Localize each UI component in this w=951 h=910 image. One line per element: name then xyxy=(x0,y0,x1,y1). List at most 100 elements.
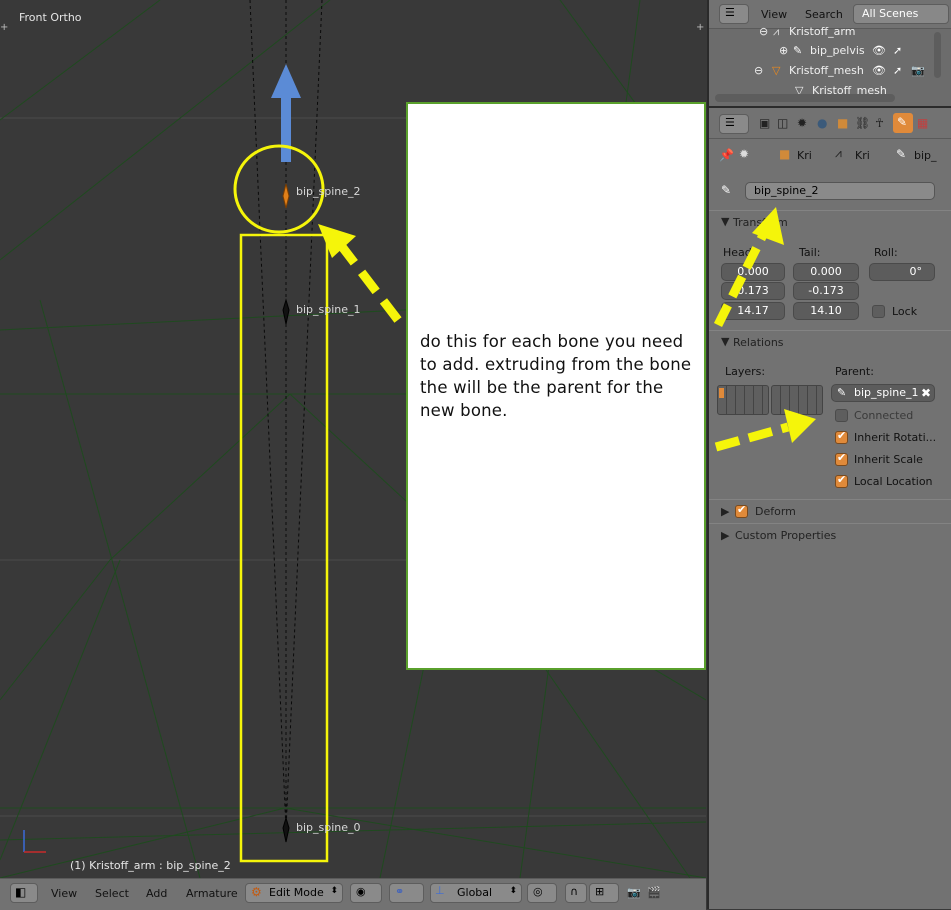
scene-filter-label: All Scenes xyxy=(862,7,919,20)
data-tab-icon[interactable]: ☥ xyxy=(875,116,884,130)
pivot-point-button[interactable]: ⚭ xyxy=(389,883,424,903)
custom-properties-title: Custom Properties xyxy=(735,529,837,542)
menu-select[interactable]: Select xyxy=(95,885,129,903)
proportional-icon: ◎ xyxy=(533,885,543,898)
bone-spine-2[interactable] xyxy=(282,183,290,209)
instruction-note: do this for each bone you need to add. e… xyxy=(406,102,706,670)
annotation-arrow-icon xyxy=(713,207,784,328)
menu-armature[interactable]: Armature xyxy=(186,885,238,903)
status-text: (1) Kristoff_arm : bip_spine_2 xyxy=(70,859,231,872)
object-icon: ■ xyxy=(779,147,791,161)
custom-properties-panel-header[interactable]: ▶ Custom Properties xyxy=(709,523,951,546)
properties-header: ☰ ▣ ◫ ✹ ● ■ ⛓ ☥ ✎ ▦ xyxy=(709,110,951,139)
sphere-icon: ◉ xyxy=(356,885,366,898)
snap-toggle[interactable]: ∩ xyxy=(565,883,587,903)
constraints-tab-icon[interactable]: ⛓ xyxy=(855,116,870,130)
outliner-vscrollbar[interactable] xyxy=(934,32,941,78)
inherit-scale-checkbox[interactable] xyxy=(835,451,848,466)
breadcrumb-bone: bip_ xyxy=(914,149,937,162)
local-location-label: Local Location xyxy=(854,475,933,488)
scene-filter-select[interactable]: All Scenes xyxy=(853,4,949,24)
region-toggle-right-icon[interactable]: + xyxy=(696,22,706,34)
lock-checkbox[interactable] xyxy=(872,305,885,318)
outliner-item-mesh[interactable]: Kristoff_mesh xyxy=(789,64,864,77)
manipulator-icon: ⊥ xyxy=(435,884,445,897)
bone-icon: ✎ xyxy=(837,386,847,399)
expand-icon[interactable]: ⊖ xyxy=(754,64,763,77)
edit-mode-icon: ⚙ xyxy=(251,885,262,899)
cursor-icon[interactable]: ➚ xyxy=(893,64,902,77)
outliner-menu-view[interactable]: View xyxy=(761,8,787,21)
camera-icon[interactable]: 📷 xyxy=(911,64,925,77)
list-icon: ☰ xyxy=(725,6,735,19)
local-location-checkbox[interactable] xyxy=(835,473,848,488)
properties-editor-type-button[interactable]: ☰ xyxy=(719,114,749,134)
deform-panel-header[interactable]: ▶ Deform xyxy=(709,499,951,522)
connected-checkbox[interactable] xyxy=(835,409,848,422)
bone-spine-1[interactable] xyxy=(282,298,290,325)
armature-icon: ⩘ xyxy=(835,146,842,160)
menu-add[interactable]: Add xyxy=(146,885,167,903)
inherit-scale-label: Inherit Scale xyxy=(854,453,923,466)
dropdown-arrows-icon: ⬍ xyxy=(509,886,517,896)
region-toggle-icon[interactable]: + xyxy=(0,22,10,34)
render-tab-icon[interactable]: ▣ xyxy=(759,116,770,130)
connected-label: Connected xyxy=(854,409,914,422)
pivot-icon: ⚭ xyxy=(395,885,405,898)
deform-title: Deform xyxy=(755,505,796,518)
outliner-scrollbar[interactable] xyxy=(715,94,895,102)
parent-field[interactable]: bip_spine_1 xyxy=(831,384,935,402)
mode-label: Edit Mode xyxy=(269,886,324,899)
roll-field[interactable]: 0° xyxy=(869,263,935,281)
note-text: do this for each bone you need to add. e… xyxy=(420,332,692,420)
mesh-icon: ▽ xyxy=(772,64,781,77)
outliner-item-pelvis[interactable]: bip_pelvis xyxy=(810,44,865,57)
properties-icon: ☰ xyxy=(725,116,735,129)
eye-icon[interactable]: 👁 xyxy=(872,64,886,77)
texture-tab-icon[interactable]: ▦ xyxy=(917,116,928,130)
snap-element-button[interactable]: ⊞ xyxy=(589,883,619,903)
cube-icon: ◧ xyxy=(15,885,27,899)
annotation-overlay xyxy=(713,207,816,452)
scene-icon: ✹ xyxy=(739,147,750,161)
breadcrumb-object: Kri xyxy=(797,149,812,162)
expand-icon[interactable]: ⊖ xyxy=(759,25,768,38)
orientation-label: Global xyxy=(457,886,493,899)
viewport-shading-button[interactable]: ◉ xyxy=(350,883,382,903)
expand-arrow-icon: ▶ xyxy=(721,505,730,518)
outliner-editor-type-button[interactable]: ☰ xyxy=(719,4,749,24)
render-layers-tab-icon[interactable]: ◫ xyxy=(777,116,788,130)
inherit-rotation-label: Inherit Rotati... xyxy=(854,431,937,444)
clapboard-icon[interactable]: 🎬 xyxy=(647,884,661,902)
bone-label-spine-1: bip_spine_1 xyxy=(296,303,361,316)
magnet-icon: ∩ xyxy=(570,885,579,898)
bone-label-spine-0: bip_spine_0 xyxy=(296,821,361,834)
object-tab-icon[interactable]: ■ xyxy=(837,116,848,130)
transform-orientation-select[interactable]: ⊥ Global ⬍ xyxy=(430,883,522,903)
inherit-rotation-checkbox[interactable] xyxy=(835,429,848,444)
cursor-icon[interactable]: ➚ xyxy=(893,44,902,57)
bone-tab-icon[interactable]: ✎ xyxy=(893,113,913,133)
mode-select[interactable]: ⚙ Edit Mode ⬍ xyxy=(245,883,343,903)
parent-label: Parent: xyxy=(835,365,874,378)
scene-tab-icon[interactable]: ✹ xyxy=(797,116,807,130)
bone-spine-0[interactable] xyxy=(282,816,290,843)
expand-icon[interactable]: ⊕ xyxy=(779,44,788,57)
proportional-edit-button[interactable]: ◎ xyxy=(527,883,557,903)
outliner-menu-search[interactable]: Search xyxy=(805,8,843,21)
outliner[interactable]: ☰ View Search All Scenes ⊖ ⩘ Kristoff_ar… xyxy=(709,0,951,108)
menu-view[interactable]: View xyxy=(51,885,77,903)
editor-type-button[interactable]: ◧ xyxy=(10,883,38,903)
lock-label: Lock xyxy=(892,305,918,318)
clear-parent-icon[interactable]: ✖ xyxy=(921,386,931,400)
pin-icon[interactable]: 📌 xyxy=(719,148,734,162)
highlight-rectangle xyxy=(239,233,329,863)
outliner-item-armature[interactable]: Kristoff_arm xyxy=(789,25,855,38)
expand-arrow-icon: ▶ xyxy=(721,529,730,542)
eye-icon[interactable]: 👁 xyxy=(872,44,886,57)
axes-gizmo-icon xyxy=(23,830,46,853)
deform-checkbox[interactable] xyxy=(735,503,748,518)
render-icon[interactable]: 📷 xyxy=(627,884,641,902)
world-tab-icon[interactable]: ● xyxy=(817,116,827,130)
breadcrumb-armature: Kri xyxy=(855,149,870,162)
